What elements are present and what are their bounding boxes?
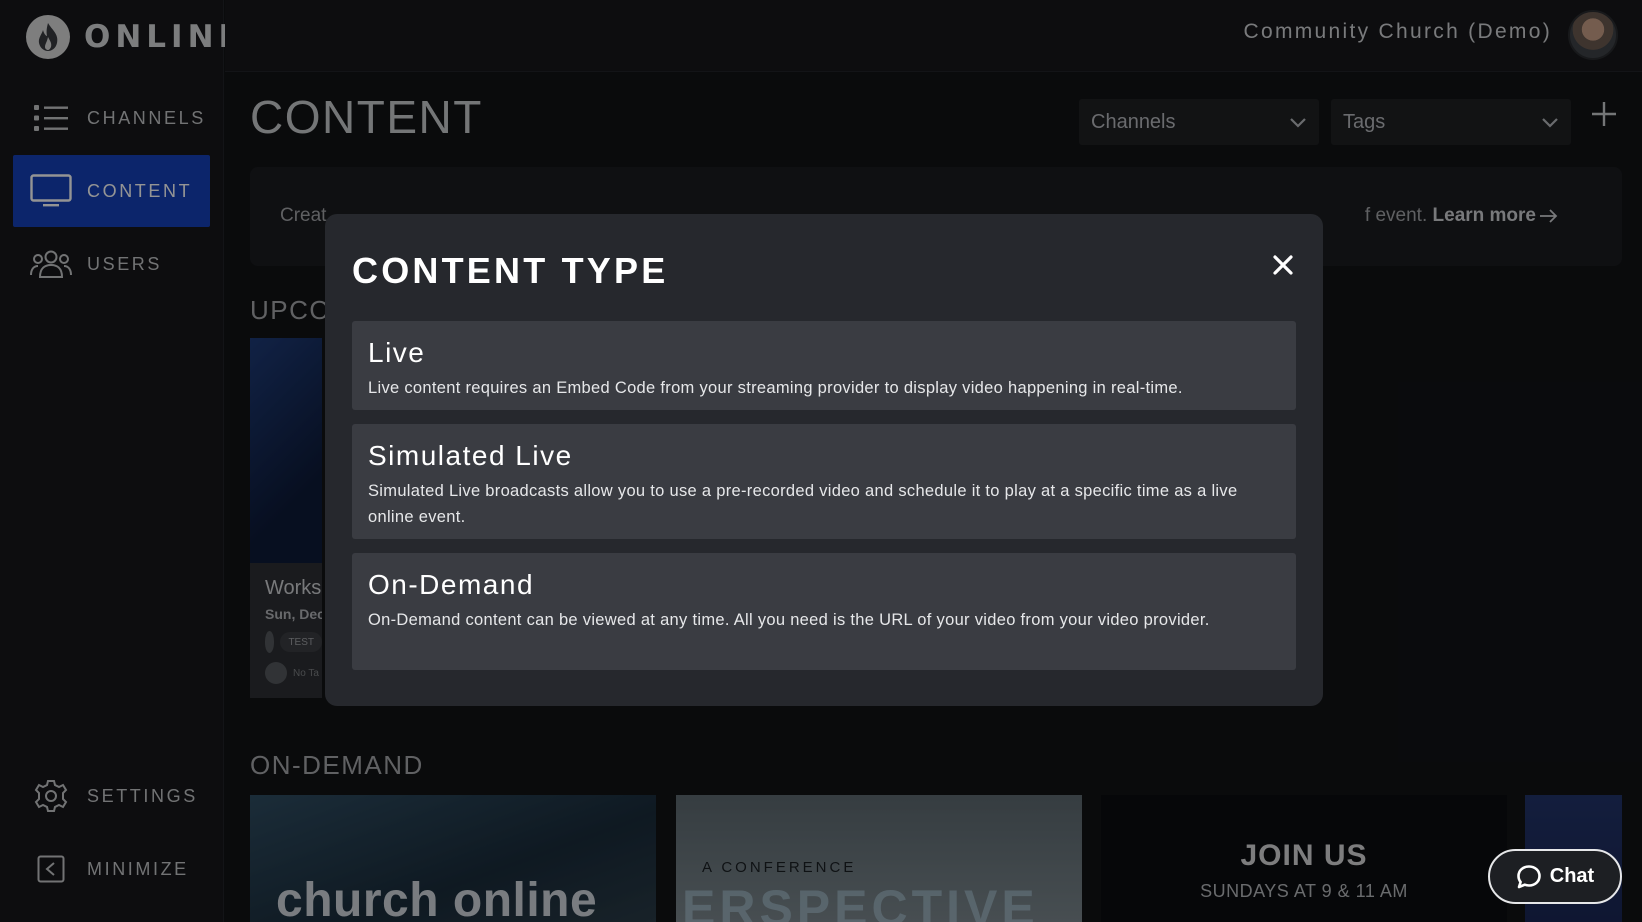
content-type-option-on-demand[interactable]: On-Demand On-Demand content can be viewe…	[352, 553, 1296, 670]
close-button[interactable]	[1269, 251, 1297, 279]
option-description: Live content requires an Embed Code from…	[368, 379, 1183, 397]
option-name: Live	[368, 337, 426, 368]
content-type-option-live[interactable]: Live Live content requires an Embed Code…	[352, 321, 1296, 410]
option-description: On-Demand content can be viewed at any t…	[368, 611, 1210, 629]
chat-bubble-icon	[1516, 864, 1541, 888]
option-name: On-Demand	[368, 569, 535, 600]
content-type-option-simulated-live[interactable]: Simulated Live Simulated Live broadcasts…	[352, 424, 1296, 539]
chat-label: Chat	[1549, 865, 1595, 887]
modal-title: CONTENT TYPE	[352, 250, 669, 291]
option-description: Simulated Live broadcasts allow you to u…	[368, 482, 1238, 526]
close-icon	[1273, 255, 1293, 275]
option-name: Simulated Live	[368, 440, 573, 471]
content-type-modal: CONTENT TYPE Live Live content requires …	[325, 214, 1323, 706]
chat-button[interactable]: Chat	[1488, 849, 1622, 904]
